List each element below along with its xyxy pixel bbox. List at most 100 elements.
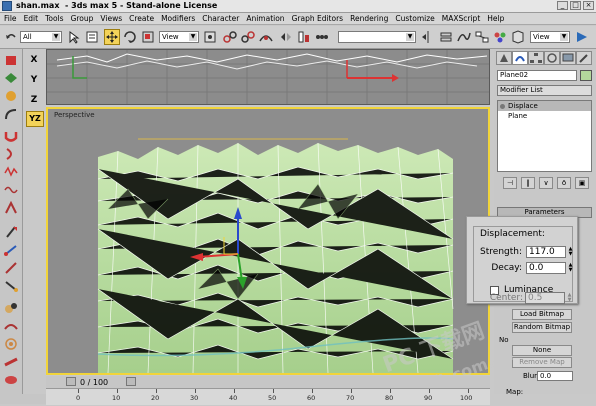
scale-icon[interactable] bbox=[140, 29, 156, 45]
stack-item-plane[interactable]: Plane bbox=[498, 111, 591, 121]
tab-create[interactable] bbox=[496, 51, 512, 65]
layers-icon[interactable] bbox=[438, 29, 454, 45]
flex-icon[interactable] bbox=[3, 200, 19, 215]
skew-icon[interactable] bbox=[3, 261, 19, 275]
menu-edit[interactable]: Edit bbox=[24, 14, 39, 23]
spinner-icon[interactable]: ▲ ▼ bbox=[567, 247, 574, 257]
reference-coord-dropdown[interactable]: View ▼ bbox=[159, 31, 199, 43]
render-scene-icon[interactable] bbox=[510, 29, 526, 45]
pin-stack-icon[interactable]: ⊣ bbox=[503, 177, 517, 189]
axis-y-button[interactable]: Y bbox=[26, 73, 42, 87]
lightbulb-icon[interactable] bbox=[500, 104, 505, 109]
wave-icon[interactable] bbox=[3, 183, 19, 197]
menu-views[interactable]: Views bbox=[100, 14, 122, 23]
spinner-icon[interactable]: ▲ ▼ bbox=[566, 293, 573, 303]
status-corner bbox=[0, 394, 46, 404]
menu-animation[interactable]: Animation bbox=[246, 14, 284, 23]
spinner-icon[interactable]: ▲ ▼ bbox=[567, 263, 574, 273]
tab-display[interactable] bbox=[560, 51, 576, 65]
menu-tools[interactable]: Tools bbox=[45, 14, 63, 23]
menu-rendering[interactable]: Rendering bbox=[350, 14, 388, 23]
ripple-icon[interactable] bbox=[3, 337, 19, 351]
minimize-button[interactable]: _ bbox=[557, 1, 568, 10]
undo-icon[interactable] bbox=[3, 29, 19, 45]
spacing-icon[interactable] bbox=[314, 29, 330, 45]
mirror-icon[interactable] bbox=[278, 29, 294, 45]
curve-editor-icon[interactable] bbox=[456, 29, 472, 45]
time-slider-next-icon[interactable] bbox=[126, 377, 136, 386]
sphere-icon[interactable] bbox=[3, 89, 19, 103]
displacement-panel: Displacement: Strength: 117.0 ▲ ▼ Decay: 0… bbox=[466, 216, 578, 304]
menu-graph-editors[interactable]: Graph Editors bbox=[292, 14, 344, 23]
magnet-icon[interactable] bbox=[3, 129, 19, 143]
twist-icon[interactable] bbox=[3, 147, 19, 161]
unlink-icon[interactable] bbox=[240, 29, 256, 45]
spherify-icon[interactable] bbox=[3, 373, 19, 387]
menu-help[interactable]: Help bbox=[487, 14, 504, 23]
object-color-swatch[interactable] bbox=[580, 70, 592, 81]
noise-icon[interactable] bbox=[3, 165, 19, 179]
object-name-field[interactable]: Plane02 bbox=[497, 70, 577, 81]
tab-modify[interactable] bbox=[512, 51, 528, 65]
tab-motion[interactable] bbox=[544, 51, 560, 65]
frame-counter[interactable]: 0 / 100 bbox=[80, 378, 108, 387]
mirror-tool-icon[interactable] bbox=[420, 29, 436, 45]
selection-filter-dropdown[interactable]: All ▼ bbox=[20, 31, 62, 43]
tab-hierarchy[interactable] bbox=[528, 51, 544, 65]
menu-create[interactable]: Create bbox=[129, 14, 154, 23]
bend-icon[interactable] bbox=[3, 107, 19, 121]
close-button[interactable]: × bbox=[583, 1, 594, 10]
menu-file[interactable]: File bbox=[4, 14, 17, 23]
select-object-icon[interactable] bbox=[66, 29, 82, 45]
rotate-icon[interactable] bbox=[122, 29, 138, 45]
menu-group[interactable]: Group bbox=[71, 14, 94, 23]
timeline-ruler[interactable]: 0 10 20 30 40 50 60 70 80 90 100 bbox=[46, 388, 490, 405]
menu-character[interactable]: Character bbox=[202, 14, 239, 23]
menu-modifiers[interactable]: Modifiers bbox=[161, 14, 195, 23]
maximize-button[interactable]: □ bbox=[570, 1, 581, 10]
blur-input[interactable]: 0.0 bbox=[537, 371, 573, 381]
load-bitmap-button[interactable]: Load Bitmap bbox=[512, 309, 572, 320]
taper-icon[interactable] bbox=[3, 225, 19, 239]
remove-map-button[interactable]: Remove Map bbox=[512, 357, 572, 368]
axis-yz-button[interactable]: YZ bbox=[26, 111, 44, 127]
timeline-tick bbox=[390, 389, 391, 393]
bind-space-warp-icon[interactable] bbox=[258, 29, 274, 45]
top-viewport[interactable] bbox=[46, 49, 490, 105]
material-editor-icon[interactable] bbox=[492, 29, 508, 45]
melt-icon[interactable] bbox=[3, 279, 19, 293]
remove-modifier-icon[interactable]: ō bbox=[557, 177, 571, 189]
menu-customize[interactable]: Customize bbox=[395, 14, 434, 23]
stack-item-displace[interactable]: Displace bbox=[498, 101, 591, 111]
time-slider-prev-icon[interactable] bbox=[66, 377, 76, 386]
show-end-result-icon[interactable]: ‖ bbox=[521, 177, 535, 189]
render-type-dropdown[interactable]: View ▼ bbox=[530, 31, 570, 43]
none-button[interactable]: None bbox=[512, 345, 572, 356]
relax-icon[interactable] bbox=[3, 319, 19, 333]
menu-maxscript[interactable]: MAXScript bbox=[442, 14, 481, 23]
named-selection-dropdown[interactable]: ▼ bbox=[338, 31, 416, 43]
tab-utilities[interactable] bbox=[576, 51, 592, 65]
decay-input[interactable]: 0.0 ▲ ▼ bbox=[526, 262, 572, 274]
pivot-icon[interactable] bbox=[202, 29, 218, 45]
slice-icon[interactable] bbox=[3, 355, 19, 369]
displacement-title: Displacement: bbox=[478, 229, 547, 239]
axis-x-button[interactable]: X bbox=[26, 53, 42, 67]
strength-input[interactable]: 117.0 ▲ ▼ bbox=[526, 246, 572, 258]
select-move-icon[interactable] bbox=[104, 29, 120, 45]
modifier-list-dropdown[interactable]: Modifier List bbox=[497, 85, 592, 96]
align-icon[interactable] bbox=[296, 29, 312, 45]
random-bitmap-button[interactable]: Random Bitmap bbox=[512, 322, 572, 333]
select-link-icon[interactable] bbox=[222, 29, 238, 45]
make-unique-icon[interactable]: ∨ bbox=[539, 177, 553, 189]
create-icon[interactable] bbox=[3, 53, 19, 67]
center-input[interactable]: 0.5 ▲ ▼ bbox=[525, 292, 571, 304]
axis-z-button[interactable]: Z bbox=[26, 93, 42, 107]
lattice-icon[interactable] bbox=[3, 71, 19, 85]
schematic-view-icon[interactable] bbox=[474, 29, 490, 45]
select-by-name-icon[interactable] bbox=[84, 29, 100, 45]
quick-render-icon[interactable] bbox=[574, 29, 590, 45]
ffd-icon[interactable] bbox=[3, 243, 19, 257]
push-icon[interactable] bbox=[3, 301, 19, 315]
configure-sets-icon[interactable]: ▣ bbox=[575, 177, 589, 189]
